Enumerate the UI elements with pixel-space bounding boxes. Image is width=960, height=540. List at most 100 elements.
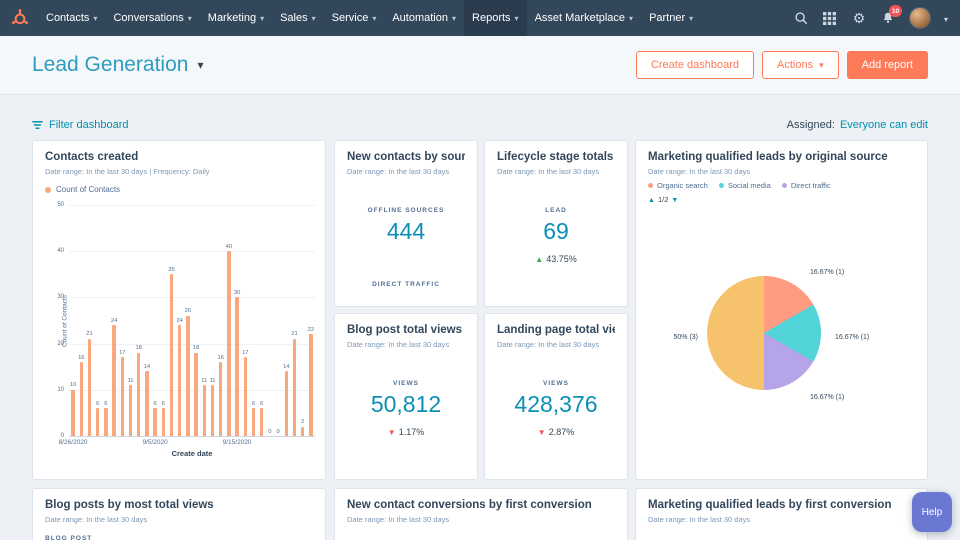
legend-item-social-media[interactable]: Social media: [719, 181, 771, 190]
dashboard-picker-caret-icon[interactable]: [197, 56, 203, 74]
chevron-down-icon[interactable]: [944, 9, 948, 27]
bar[interactable]: [170, 274, 174, 436]
kpi-views: VIEWS 50,812 1.17%: [335, 380, 477, 437]
legend-item-direct-traffic[interactable]: Direct traffic: [782, 181, 831, 190]
report-card-contacts-created: Contacts created Date range: In the last…: [32, 140, 326, 480]
legend-page-down-icon[interactable]: [671, 195, 678, 204]
bar-value-label: 6: [153, 401, 156, 407]
legend-page-up-icon[interactable]: [648, 195, 655, 204]
trend-up-icon: [535, 255, 543, 264]
card-title[interactable]: New contacts by source: [347, 151, 465, 163]
bar[interactable]: [71, 390, 75, 436]
report-card-lifecycle-stage-totals: Lifecycle stage totals Date range: In th…: [484, 140, 628, 307]
bar-value-label: 22: [308, 327, 314, 333]
bar[interactable]: [301, 427, 305, 436]
nav-item-conversations[interactable]: Conversations: [105, 0, 199, 36]
nav-item-service[interactable]: Service: [324, 0, 385, 36]
bar[interactable]: [219, 362, 223, 436]
marketplace-grid-icon[interactable]: [822, 10, 838, 26]
x-tick-label: 9/15/2020: [223, 439, 252, 446]
nav-item-reports[interactable]: Reports: [464, 0, 527, 36]
card-title[interactable]: Lifecycle stage totals: [497, 151, 615, 163]
bar[interactable]: [104, 408, 108, 436]
bar[interactable]: [137, 353, 141, 436]
hubspot-logo[interactable]: [0, 8, 38, 28]
nav-item-label: Reports: [472, 12, 511, 24]
kpi-value[interactable]: 428,376: [485, 391, 627, 418]
page-title[interactable]: Lead Generation: [32, 53, 188, 77]
table-column-header[interactable]: BLOG POST: [45, 535, 92, 540]
bar[interactable]: [145, 371, 149, 436]
notification-badge: 10: [889, 5, 902, 17]
kpi-value[interactable]: 50,812: [335, 391, 477, 418]
nav-item-asset-marketplace[interactable]: Asset Marketplace: [527, 0, 642, 36]
bar-value-label: 26: [185, 308, 191, 314]
nav-item-label: Automation: [392, 12, 448, 24]
settings-gear-icon[interactable]: ⚙: [851, 10, 867, 26]
kpi-value[interactable]: 444: [335, 218, 477, 245]
filter-dashboard-link[interactable]: Filter dashboard: [32, 119, 129, 131]
help-button[interactable]: Help: [912, 492, 952, 532]
card-meta: Date range: In the last 30 days: [497, 340, 615, 349]
nav-item-label: Sales: [280, 12, 308, 24]
primary-nav-items: Contacts ConversationsMarketing Sales Servi…: [38, 0, 701, 36]
create-dashboard-button[interactable]: Create dashboard: [636, 51, 754, 79]
bar[interactable]: [80, 362, 84, 436]
bar[interactable]: [309, 334, 313, 436]
bar-value-label: 17: [119, 350, 125, 356]
kpi-value[interactable]: 69: [485, 218, 627, 245]
bar[interactable]: [162, 408, 166, 436]
user-avatar[interactable]: [909, 7, 931, 29]
legend-item-organic-search[interactable]: Organic search: [648, 181, 708, 190]
add-report-label: Add report: [862, 59, 913, 71]
card-meta: Date range: In the last 30 days: [347, 167, 465, 176]
card-title[interactable]: Blog posts by most total views: [45, 499, 313, 511]
actions-button[interactable]: Actions: [762, 51, 839, 79]
card-head: Landing page total vie... Date range: In…: [485, 314, 627, 349]
nav-item-automation[interactable]: Automation: [384, 0, 464, 36]
bar[interactable]: [153, 408, 157, 436]
card-title[interactable]: Marketing qualified leads by first conve…: [648, 499, 915, 511]
bar[interactable]: [194, 353, 198, 436]
bar[interactable]: [121, 357, 125, 436]
chevron-down-icon: [819, 59, 824, 71]
bar[interactable]: [88, 339, 92, 436]
bar[interactable]: [227, 251, 231, 436]
pie-slice-label: 16.67% (1): [810, 269, 844, 276]
bar[interactable]: [252, 408, 256, 436]
bar[interactable]: [178, 325, 182, 436]
card-title[interactable]: Landing page total vie...: [497, 324, 615, 336]
bar[interactable]: [203, 385, 207, 436]
bar[interactable]: [129, 385, 133, 436]
y-tick-label: 50: [57, 202, 64, 208]
nav-item-partner[interactable]: Partner: [641, 0, 701, 36]
bar[interactable]: [96, 408, 100, 436]
add-report-button[interactable]: Add report: [847, 51, 928, 79]
search-icon[interactable]: [793, 10, 809, 26]
nav-item-marketing[interactable]: Marketing: [200, 0, 272, 36]
bar[interactable]: [285, 371, 289, 436]
bar[interactable]: [211, 385, 215, 436]
nav-item-label: Contacts: [46, 12, 89, 24]
assigned-value-link[interactable]: Everyone can edit: [840, 119, 928, 131]
card-meta: Date range: In the last 30 days: [648, 515, 915, 524]
nav-item-contacts[interactable]: Contacts: [38, 0, 105, 36]
kpi-change: 43.75%: [485, 254, 627, 264]
bar[interactable]: [244, 357, 248, 436]
nav-utility-area: ⚙ 10: [793, 7, 960, 29]
card-title[interactable]: Blog post total views a...: [347, 324, 465, 336]
bar[interactable]: [235, 297, 239, 436]
card-title[interactable]: Contacts created: [45, 151, 313, 163]
card-title[interactable]: Marketing qualified leads by original so…: [648, 151, 915, 163]
notifications-bell-icon[interactable]: 10: [880, 10, 896, 26]
bar[interactable]: [112, 325, 116, 436]
app-screen: Contacts ConversationsMarketing Sales Servi…: [0, 0, 960, 540]
bar-value-label: 30: [234, 290, 240, 296]
bar[interactable]: [293, 339, 297, 436]
pie-chart[interactable]: [707, 276, 821, 390]
bar-value-label: 6: [162, 401, 165, 407]
card-title[interactable]: New contact conversions by first convers…: [347, 499, 615, 511]
bar[interactable]: [186, 316, 190, 436]
nav-item-sales[interactable]: Sales: [272, 0, 324, 36]
bar[interactable]: [260, 408, 264, 436]
